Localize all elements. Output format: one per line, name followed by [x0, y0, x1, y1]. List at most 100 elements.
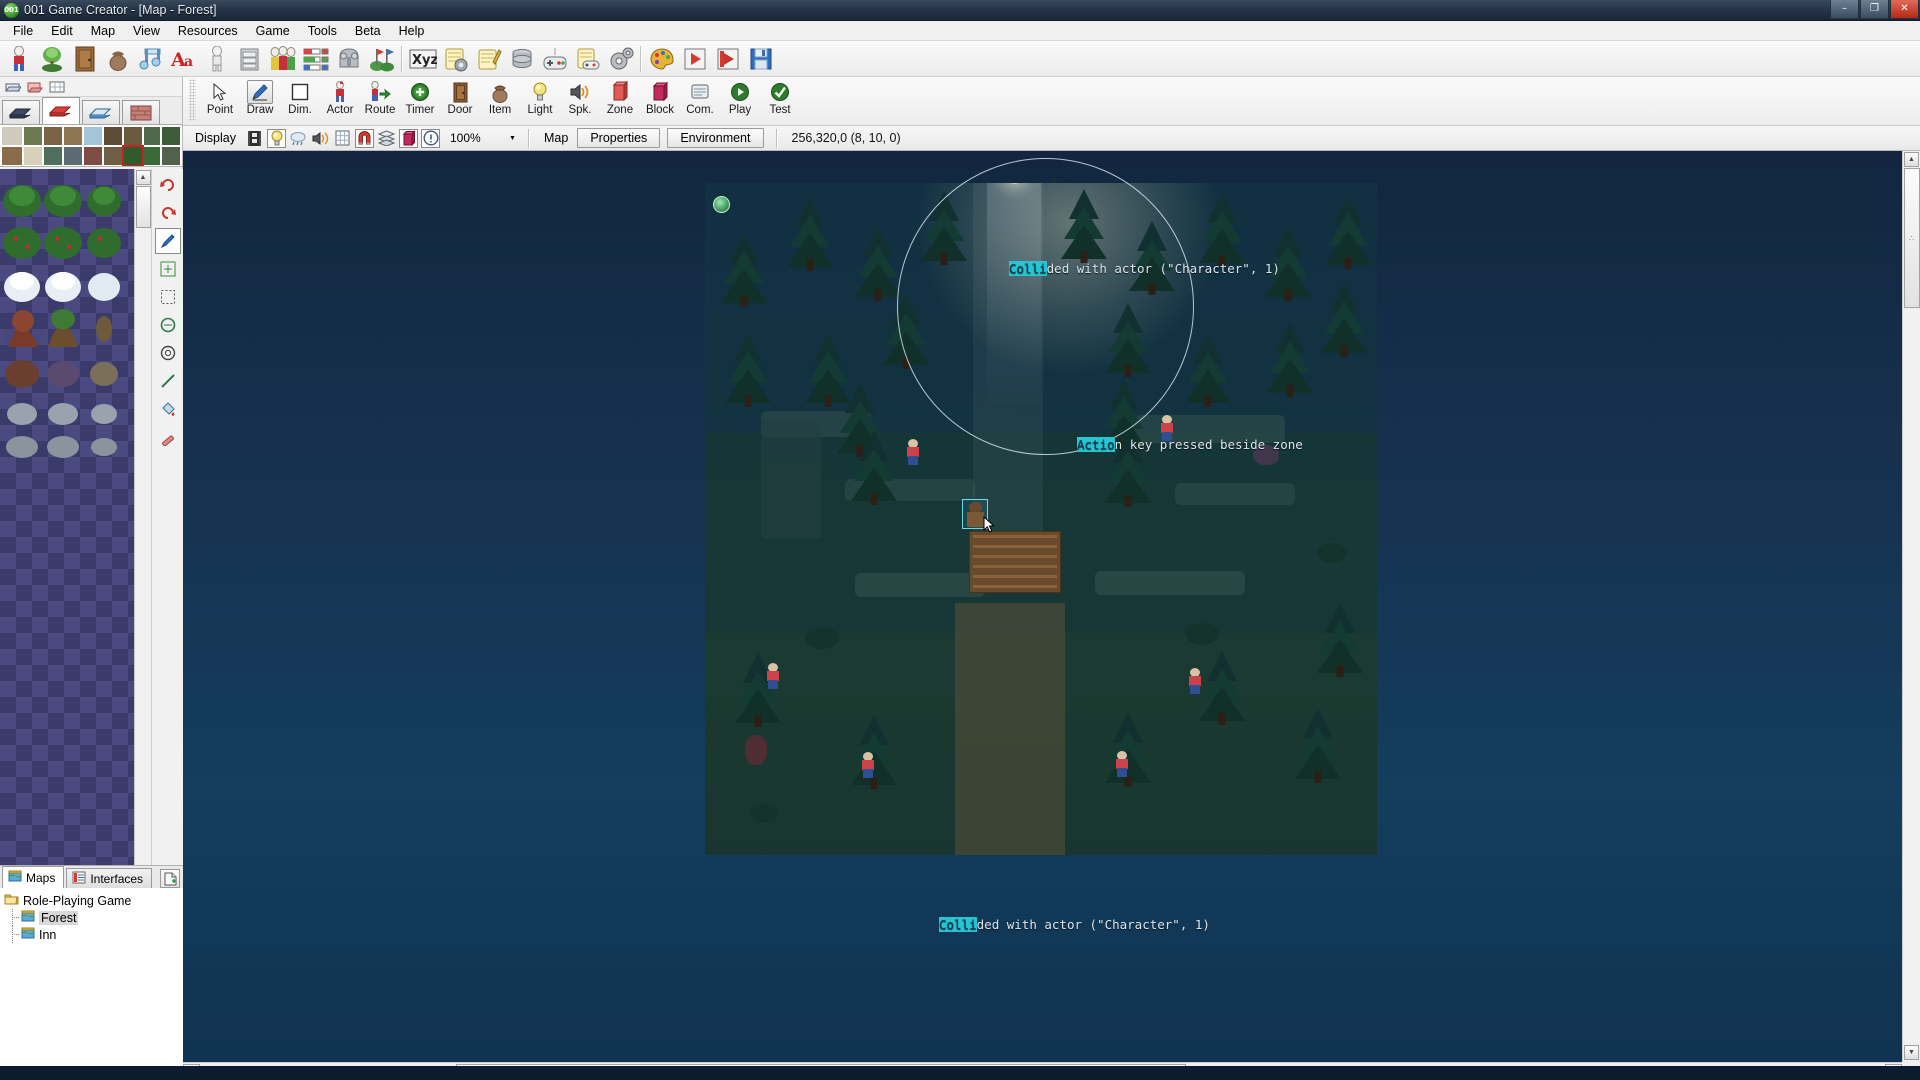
- menu-item-beta[interactable]: Beta: [346, 22, 390, 40]
- gears-icon[interactable]: [604, 43, 637, 75]
- map-viewport[interactable]: Collided with actor ("Character", 1) Act…: [183, 151, 1902, 1062]
- event-marker[interactable]: [713, 196, 730, 213]
- circle-tool-icon[interactable]: [155, 340, 181, 366]
- grid-icon[interactable]: [333, 129, 352, 148]
- tileset-open-icon[interactable]: [3, 78, 23, 95]
- map-vscroll-thumb[interactable]: ∴: [1903, 168, 1920, 308]
- tool-dim[interactable]: Dim.: [280, 77, 320, 123]
- map-vertical-scrollbar[interactable]: ▲ ∴ ▼: [1902, 151, 1920, 1062]
- tool-light[interactable]: Light: [520, 77, 560, 123]
- ellipse-tool-icon[interactable]: [155, 312, 181, 338]
- fill-tool-icon[interactable]: [155, 256, 181, 282]
- menu-item-edit[interactable]: Edit: [42, 22, 82, 40]
- chevron-down-icon[interactable]: ▼: [505, 130, 520, 147]
- tool-actor[interactable]: Actor: [320, 77, 360, 123]
- npc-character[interactable]: [1186, 668, 1204, 694]
- tool-door[interactable]: Door: [440, 77, 480, 123]
- tab-tileset-wall[interactable]: [122, 100, 160, 124]
- tab-interfaces[interactable]: Interfaces: [66, 868, 153, 888]
- database-icon[interactable]: [505, 43, 538, 75]
- save-icon[interactable]: [744, 43, 777, 75]
- armor-icon[interactable]: [332, 43, 365, 75]
- item-icon[interactable]: [101, 43, 134, 75]
- rect-select-icon[interactable]: [155, 284, 181, 310]
- close-button[interactable]: ✕: [1890, 0, 1919, 19]
- tileset-import-icon[interactable]: [25, 78, 45, 95]
- play-icon[interactable]: [678, 43, 711, 75]
- npc-character[interactable]: [1113, 751, 1131, 777]
- tileset-grid-icon[interactable]: [47, 78, 67, 95]
- tool-block[interactable]: Block: [640, 77, 680, 123]
- menu-item-view[interactable]: View: [124, 22, 169, 40]
- door-icon[interactable]: [68, 43, 101, 75]
- skeleton-icon[interactable]: [200, 43, 233, 75]
- tree-icon[interactable]: [35, 43, 68, 75]
- eraser-tool-icon[interactable]: [155, 424, 181, 450]
- tool-zone[interactable]: Zone: [600, 77, 640, 123]
- bars-icon[interactable]: [299, 43, 332, 75]
- pencil-tool-icon[interactable]: [154, 228, 181, 254]
- script-edit-icon[interactable]: [472, 43, 505, 75]
- new-document-icon[interactable]: [160, 869, 180, 888]
- menu-item-tools[interactable]: Tools: [299, 22, 346, 40]
- sound-icon[interactable]: [311, 129, 330, 148]
- tileset-palette-strip[interactable]: [0, 125, 182, 167]
- tab-maps[interactable]: Maps: [2, 866, 65, 888]
- tree-item-inn[interactable]: Inn: [4, 926, 183, 943]
- actor-icon[interactable]: [2, 43, 35, 75]
- tool-draw[interactable]: Draw: [240, 77, 280, 123]
- line-tool-icon[interactable]: [155, 368, 181, 394]
- undo-icon[interactable]: [155, 172, 181, 198]
- weather-icon[interactable]: [289, 129, 308, 148]
- tree-item-forest[interactable]: Forest: [4, 909, 183, 926]
- menu-item-file[interactable]: File: [4, 22, 42, 40]
- tileset-scroll-thumb[interactable]: [135, 186, 151, 228]
- layers-icon[interactable]: [377, 129, 396, 148]
- tool-item[interactable]: Item: [480, 77, 520, 123]
- tool-test[interactable]: Test: [760, 77, 800, 123]
- music-icon[interactable]: [134, 43, 167, 75]
- tab-environment[interactable]: Environment: [667, 128, 764, 148]
- tab-tileset-c[interactable]: [82, 100, 120, 124]
- maximize-button[interactable]: ❐: [1860, 0, 1889, 19]
- flags-icon[interactable]: [365, 43, 398, 75]
- tool-play[interactable]: Play: [720, 77, 760, 123]
- cabinet-icon[interactable]: [233, 43, 266, 75]
- zoom-level[interactable]: 100%: [447, 129, 502, 148]
- bucket-tool-icon[interactable]: [155, 396, 181, 422]
- tool-point[interactable]: Point: [200, 77, 240, 123]
- menu-item-resources[interactable]: Resources: [169, 22, 247, 40]
- menu-item-help[interactable]: Help: [390, 22, 434, 40]
- xyz-icon[interactable]: Xyz: [406, 43, 439, 75]
- block-icon[interactable]: [399, 128, 418, 148]
- lightbulb-icon[interactable]: [267, 128, 286, 148]
- menu-item-map[interactable]: Map: [82, 22, 124, 40]
- script-gear-icon[interactable]: [439, 43, 472, 75]
- gamepad-icon[interactable]: [538, 43, 571, 75]
- tool-route[interactable]: Route: [360, 77, 400, 123]
- record-icon[interactable]: [711, 43, 744, 75]
- palette-icon[interactable]: [645, 43, 678, 75]
- party-icon[interactable]: [266, 43, 299, 75]
- minimize-button[interactable]: –: [1830, 0, 1859, 19]
- tab-properties[interactable]: Properties: [577, 128, 661, 148]
- light-radius-circle[interactable]: [897, 158, 1194, 455]
- tree-root[interactable]: Role-Playing Game: [4, 892, 183, 909]
- script-gamepad-icon[interactable]: [571, 43, 604, 75]
- font-icon[interactable]: A a: [167, 43, 200, 75]
- film-icon[interactable]: [245, 129, 264, 148]
- map-scroll-up[interactable]: ▲: [1904, 152, 1919, 167]
- tab-tileset-a[interactable]: [2, 100, 40, 124]
- magnet-icon[interactable]: [355, 128, 374, 148]
- npc-character[interactable]: [904, 439, 922, 465]
- redo-icon[interactable]: [155, 200, 181, 226]
- tab-tileset-b[interactable]: [42, 97, 80, 124]
- info-icon[interactable]: [421, 128, 440, 148]
- menu-item-game[interactable]: Game: [247, 22, 299, 40]
- map-scroll-down[interactable]: ▼: [1904, 1045, 1919, 1060]
- tool-spk[interactable]: Spk.: [560, 77, 600, 123]
- toolbar-grip[interactable]: [189, 79, 196, 121]
- tileset-scroll-up[interactable]: ▲: [135, 170, 151, 185]
- npc-character[interactable]: [764, 663, 782, 689]
- npc-character[interactable]: [859, 752, 877, 778]
